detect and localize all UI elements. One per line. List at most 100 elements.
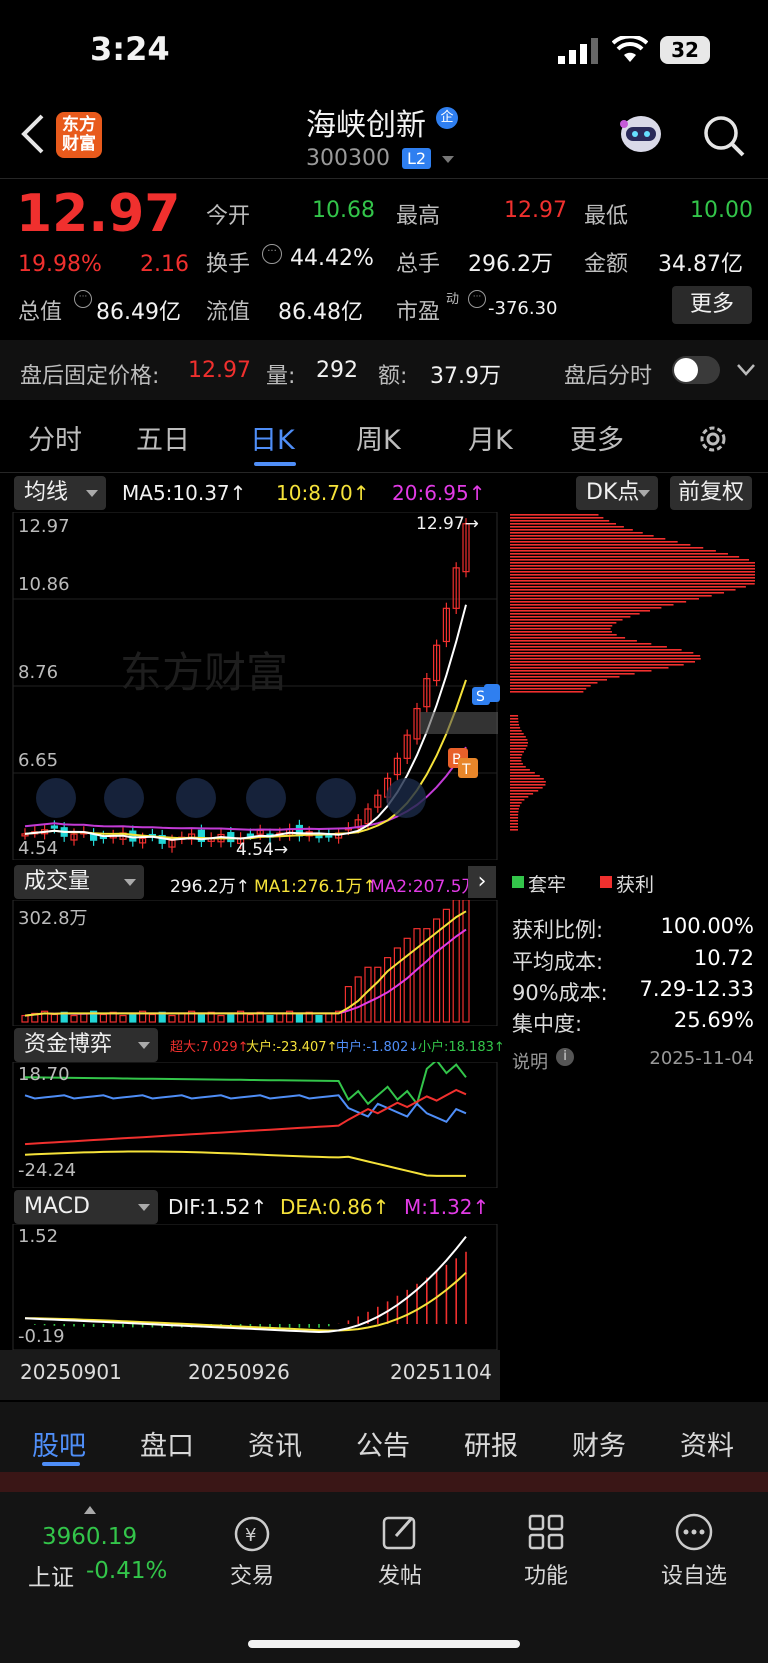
tab-indicator xyxy=(254,462,296,466)
more-button[interactable]: 更多 xyxy=(672,286,752,324)
adjust-button[interactable]: 前复权 xyxy=(670,476,752,510)
grid-icon[interactable] xyxy=(526,1512,566,1556)
float-value: 86.48亿 xyxy=(278,300,363,325)
volume-chart xyxy=(12,900,498,1026)
index-name[interactable]: 上证 xyxy=(28,1558,74,1592)
signal-icon xyxy=(558,38,602,68)
info-icon[interactable]: i xyxy=(556,1048,574,1066)
macd-dropdown[interactable]: MACD xyxy=(14,1190,158,1224)
edit-post-icon[interactable] xyxy=(380,1512,420,1556)
chevron-right-icon[interactable]: › xyxy=(468,866,496,898)
chevron-down-icon[interactable] xyxy=(442,156,454,163)
amount-value: 34.87亿 xyxy=(658,252,743,277)
battery-icon: 32 xyxy=(660,36,710,64)
nav-trade[interactable]: 交易 xyxy=(202,1558,302,1590)
y-label-max: 12.97 xyxy=(18,516,70,537)
after-hours-toggle[interactable] xyxy=(672,356,720,384)
robot-assistant-icon[interactable] xyxy=(616,112,666,162)
volume-ma2: MA2:207.5万 xyxy=(370,877,479,897)
low-label: 最低 xyxy=(584,204,629,229)
fund-bottom-label: -24.24 xyxy=(18,1160,77,1181)
nav-watchlist[interactable]: 设自选 xyxy=(644,1558,744,1590)
kline-chart[interactable]: 东方财富 S B T xyxy=(0,512,500,860)
volume-current: 296.2万↑ xyxy=(170,877,250,897)
fund-dropdown[interactable]: 资金博弈 xyxy=(14,1028,158,1062)
gear-icon[interactable] xyxy=(696,422,730,460)
volume-ma1: MA1:276.1万↑ xyxy=(254,877,377,897)
sell-marker[interactable] xyxy=(484,684,500,702)
search-icon[interactable] xyxy=(702,114,746,162)
price-highlight-band xyxy=(420,712,498,734)
volume-value: 296.2万 xyxy=(468,252,553,277)
brand-logo[interactable]: 东方 财富 xyxy=(56,112,102,158)
pe-sup: 动 xyxy=(446,292,460,307)
after-hours-toggle-label: 盘后分时 xyxy=(564,364,653,389)
brand-line1: 东方 xyxy=(62,115,96,135)
index-pct[interactable]: -0.41% xyxy=(86,1558,167,1584)
concentration-value: 25.69% xyxy=(673,1008,754,1032)
tab-intraday[interactable]: 分时 xyxy=(28,418,82,457)
tab-five-day[interactable]: 五日 xyxy=(136,418,190,457)
ma-dropdown[interactable]: 均线 xyxy=(14,476,106,510)
enterprise-badge: 企 xyxy=(436,107,458,129)
tab-profile[interactable]: 资料 xyxy=(680,1424,734,1463)
tab-research[interactable]: 研报 xyxy=(464,1424,518,1463)
chevron-down-icon[interactable] xyxy=(736,362,756,381)
tab-daily-k[interactable]: 日K xyxy=(250,418,295,457)
high-value: 12.97 xyxy=(504,198,567,223)
chip-date: 2025-11-04 xyxy=(649,1048,754,1069)
tab-monthly-k[interactable]: 月K xyxy=(468,418,513,457)
watermark: 东方财富 xyxy=(120,648,288,697)
back-icon[interactable] xyxy=(18,112,46,160)
open-label: 今开 xyxy=(206,204,251,229)
info-icon[interactable]: ··· xyxy=(468,290,486,308)
macd-m: M:1.32↑ xyxy=(404,1195,490,1219)
amount-label: 金额 xyxy=(584,252,629,277)
fund-top-label: 18.70 xyxy=(18,1064,70,1085)
tab-finance[interactable]: 财务 xyxy=(572,1424,626,1463)
min-price-marker: 4.54→ xyxy=(236,840,289,860)
index-value[interactable]: 3960.19 xyxy=(42,1524,137,1550)
pe-label: 市盈 xyxy=(396,300,441,325)
tab-forum[interactable]: 股吧 xyxy=(32,1424,86,1463)
info-icon[interactable]: ··· xyxy=(74,290,92,308)
tab-weekly-k[interactable]: 周K xyxy=(356,418,401,457)
level-badge[interactable]: L2 xyxy=(402,148,432,169)
mktcap-label: 总值 xyxy=(18,300,63,325)
fund-big: 大户:-23.407↑ xyxy=(246,1040,338,1055)
y-label-2: 10.86 xyxy=(18,574,70,595)
tab-order-book[interactable]: 盘口 xyxy=(140,1424,194,1463)
dk-dropdown[interactable]: DK点 xyxy=(576,476,658,510)
nav-post[interactable]: 发帖 xyxy=(350,1558,450,1590)
last-price: 12.97 xyxy=(16,184,181,244)
volume-dropdown[interactable]: 成交量 xyxy=(14,865,144,899)
sell-marker-label: S xyxy=(476,689,485,705)
info-icon[interactable]: ··· xyxy=(262,244,282,264)
chevron-up-icon[interactable] xyxy=(84,1506,96,1514)
nav-functions[interactable]: 功能 xyxy=(496,1558,596,1590)
cost90-value: 7.29-12.33 xyxy=(639,977,754,1001)
after-hours-vol-label: 量: xyxy=(266,364,296,389)
avg-cost-value: 10.72 xyxy=(693,946,754,970)
ma10-legend: 10:8.70↑ xyxy=(276,481,370,505)
cost90-label: 90%成本: xyxy=(512,981,608,1005)
y-label-4: 6.65 xyxy=(18,750,59,771)
bottom-tab-indicator xyxy=(42,1462,80,1466)
tab-more[interactable]: 更多 xyxy=(570,418,624,457)
tab-news[interactable]: 资讯 xyxy=(248,1424,302,1463)
max-price-marker: 12.97→ xyxy=(416,514,479,534)
more-dots-icon[interactable] xyxy=(674,1512,714,1556)
macd-top-label: 1.52 xyxy=(18,1226,59,1247)
pe-value: -376.30 xyxy=(488,298,558,319)
wifi-icon xyxy=(611,34,649,68)
home-indicator xyxy=(248,1640,520,1648)
avg-cost-label: 平均成本: xyxy=(512,950,604,974)
trade-icon[interactable]: ¥ xyxy=(230,1514,274,1558)
ma5-legend: MA5:10.37↑ xyxy=(122,481,247,505)
tab-announcements[interactable]: 公告 xyxy=(356,1424,410,1463)
y-label-3: 8.76 xyxy=(18,662,59,683)
concentration-label: 集中度: xyxy=(512,1012,583,1036)
fund-small: 小户:18.183↑ xyxy=(418,1040,505,1055)
date-label-mid: 20250926 xyxy=(188,1360,290,1384)
date-label-end: 20251104 xyxy=(390,1360,492,1384)
